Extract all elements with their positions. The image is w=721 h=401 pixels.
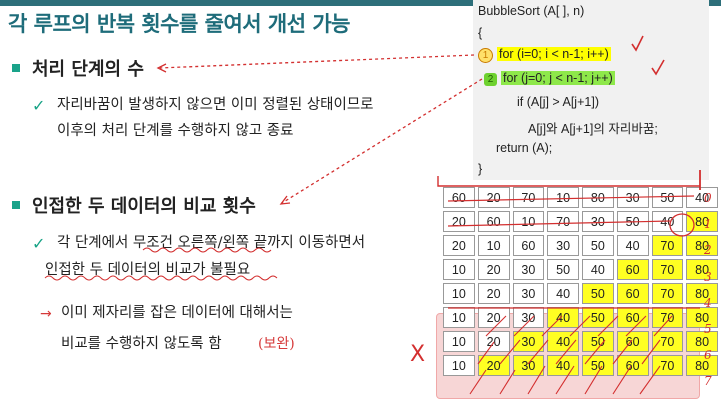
strike-line [447,220,671,227]
check-icon [651,59,665,76]
arrow-head-icon [279,195,291,205]
check-icon [631,35,644,52]
slash-marks [469,365,661,395]
wavy-underline [44,275,278,281]
top-bracket [437,176,700,187]
slash-marks [477,339,661,365]
strike-line [447,195,695,202]
annotation-overlay [44,35,701,395]
slash-marks [485,315,673,337]
dashed-arrow-line [281,78,483,204]
dashed-arrow-line [159,54,475,69]
circle-highlight [669,213,695,237]
wavy-underline [142,247,272,253]
